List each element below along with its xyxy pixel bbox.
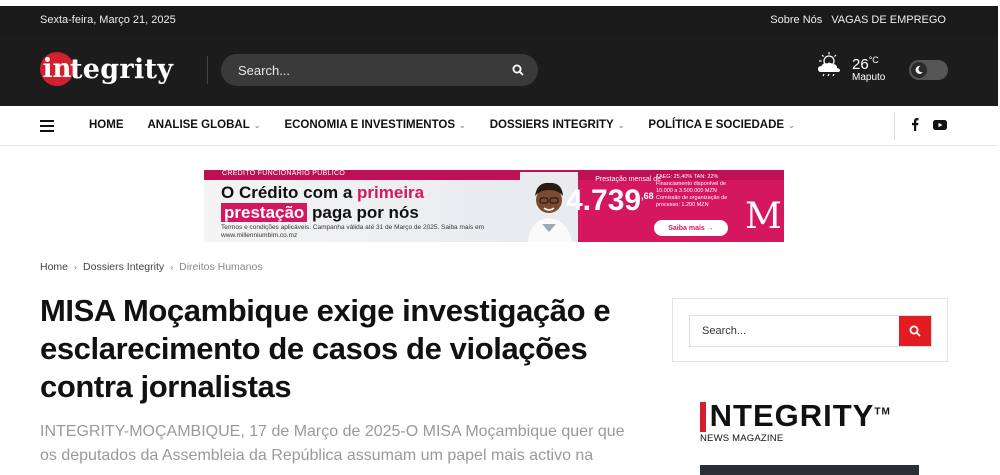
top-links: Sobre Nós VAGAS DE EMPREGO — [770, 14, 946, 26]
sidebar-image-strip — [700, 465, 919, 475]
ad-headline-1: O Crédito com a primeira — [221, 183, 425, 202]
nav-item-dossiers[interactable]: DOSSIERS INTEGRITY ⌄ — [490, 119, 625, 131]
chevron-down-icon: ⌄ — [617, 120, 625, 130]
link-jobs[interactable]: VAGAS DE EMPREGO — [831, 14, 946, 26]
chevron-right-icon: › — [170, 262, 174, 272]
moon-icon — [911, 62, 927, 78]
nav-item-politica[interactable]: POLÍTICA E SOCIEDADE ⌄ — [648, 119, 794, 131]
sidebar-brand-logo[interactable]: NTEGRITYTM NEWS MAGAZINE — [700, 398, 919, 475]
weather-city: Maputo — [852, 72, 886, 83]
sidebar-search-input[interactable] — [690, 316, 899, 346]
site-logo[interactable]: in tegrity — [40, 49, 173, 89]
dark-mode-toggle[interactable] — [909, 60, 948, 80]
ad-terms: TAEG: 25,40% TAN: 22% Financiamento disp… — [656, 174, 728, 208]
weather-widget: 26°C Maputo — [816, 52, 885, 83]
ad-headline-2: prestação paga por nós — [221, 203, 419, 223]
nav-item-analise-global[interactable]: ANALISE GLOBAL ⌄ — [148, 119, 261, 131]
chevron-down-icon: ⌄ — [788, 120, 795, 130]
header-search — [221, 54, 538, 86]
article-title: MISA Moçambique exige investigação e esc… — [40, 293, 611, 404]
breadcrumb-current[interactable]: Direitos Humanos — [179, 261, 262, 273]
logo-text: tegrity — [70, 53, 174, 85]
ad-disclaimer: Termos e condições aplicáveis. Campanha … — [221, 224, 485, 239]
brand-subtitle: NEWS MAGAZINE — [700, 433, 784, 444]
search-icon[interactable] — [512, 64, 524, 76]
ad-brand-logo: M — [745, 196, 782, 237]
chevron-down-icon: ⌄ — [253, 120, 261, 130]
nav-menu: HOME ANALISE GLOBAL ⌄ ECONOMIA E INVESTIM… — [89, 119, 819, 131]
sidebar-search-button[interactable] — [899, 316, 931, 346]
top-bar: Sexta-feira, Março 21, 2025 Sobre Nós VA… — [0, 6, 998, 34]
breadcrumb-dossiers[interactable]: Dossiers Integrity — [83, 261, 164, 273]
nav-item-home[interactable]: HOME — [89, 119, 124, 131]
ad-tag: CRÉDITO FUNCIONÁRIO PÚBLICO — [222, 170, 346, 177]
breadcrumb: Home › Dossiers Integrity › Direitos Hum… — [40, 261, 263, 273]
menu-icon[interactable] — [40, 120, 54, 132]
nav-divider — [894, 112, 895, 140]
breadcrumb-home[interactable]: Home — [40, 261, 68, 273]
weather-cloud-icon — [818, 52, 840, 76]
sidebar-search-widget — [672, 298, 948, 362]
advertisement-banner[interactable]: CRÉDITO FUNCIONÁRIO PÚBLICO O Crédito co… — [204, 170, 784, 242]
current-date: Sexta-feira, Março 21, 2025 — [40, 14, 176, 26]
ad-cta-button[interactable]: Saiba mais → — [654, 220, 728, 236]
ad-offer-label: Prestação mensal de — [595, 176, 661, 183]
nav-item-economia[interactable]: ECONOMIA E INVESTIMENTOS ⌄ — [284, 119, 465, 131]
article-lead: INTEGRITY-MOÇAMBIQUE, 17 de Março de 202… — [40, 423, 625, 464]
header-search-input[interactable] — [238, 62, 512, 78]
sidebar-search — [689, 315, 932, 347]
site-header: in tegrity 26°C Maputo — [0, 34, 998, 106]
youtube-icon[interactable] — [933, 119, 947, 130]
chevron-down-icon: ⌄ — [459, 120, 466, 130]
chevron-right-icon: › — [74, 262, 78, 272]
facebook-icon[interactable] — [911, 118, 919, 131]
ad-amount: 4.739,68 — [566, 184, 654, 217]
brand-name: NTEGRITYTM — [709, 398, 891, 433]
main-nav: HOME ANALISE GLOBAL ⌄ ECONOMIA E INVESTIM… — [0, 106, 998, 146]
weather-temp: 26°C — [852, 55, 879, 73]
logo-mark: in — [40, 52, 74, 86]
social-links — [911, 118, 947, 131]
link-about[interactable]: Sobre Nós — [770, 14, 822, 26]
search-icon — [909, 325, 921, 337]
header-divider — [207, 56, 208, 84]
